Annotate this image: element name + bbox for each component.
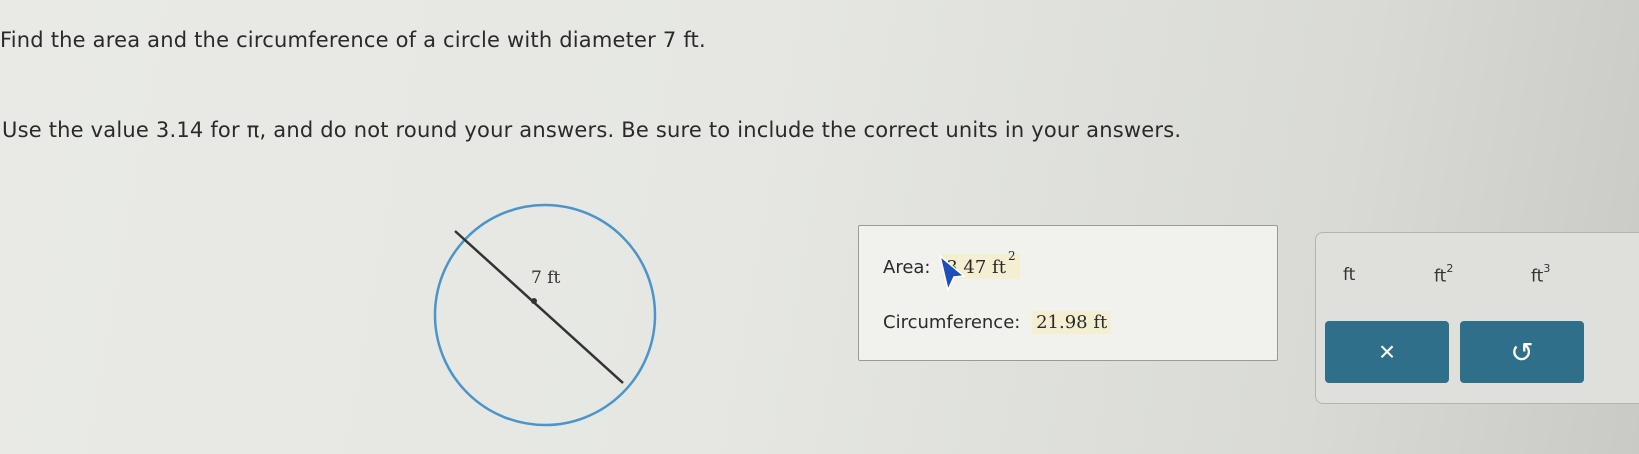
circumference-label: Circumference: <box>883 312 1021 333</box>
undo-icon: ↺ <box>1510 336 1534 368</box>
circumference-input[interactable]: 21.98 ft <box>1032 311 1112 334</box>
area-label: Area: <box>883 257 931 278</box>
clear-button[interactable]: × <box>1325 321 1449 383</box>
circle-figure: 7 ft <box>425 195 665 435</box>
circle-outline <box>433 203 657 427</box>
unit-ft2-base: ft <box>1434 266 1447 287</box>
circle-diagram: 7 ft <box>433 203 657 427</box>
unit-ft-button[interactable]: ft <box>1343 265 1355 285</box>
area-row: Area: 3 47 ft2 <box>883 249 1020 293</box>
center-point <box>531 298 537 304</box>
unit-ft2-exp: 2 <box>1446 262 1454 275</box>
question-line-2: Use the value 3.14 for π, and do not rou… <box>2 118 1182 142</box>
unit-ft-cubed-button[interactable]: ft3 <box>1531 262 1551 287</box>
unit-ft-squared-button[interactable]: ft2 <box>1434 262 1454 287</box>
close-icon: × <box>1378 336 1396 367</box>
unit-ft-label: ft <box>1343 265 1356 285</box>
diameter-line <box>454 230 624 384</box>
diameter-label: 7 ft <box>531 268 561 288</box>
undo-button[interactable]: ↺ <box>1460 321 1584 383</box>
area-input[interactable]: 3 47 ft2 <box>938 249 1020 293</box>
answer-box: Area: 3 47 ft2 Circumference: 21.98 ft <box>858 225 1278 361</box>
mouse-cursor-icon <box>938 254 967 293</box>
unit-panel: ft ft2 ft3 × ↺ <box>1315 232 1639 404</box>
question-line-1: Find the area and the circumference of a… <box>0 28 706 52</box>
area-exponent: 2 <box>1007 249 1016 263</box>
circumference-row: Circumference: 21.98 ft <box>883 311 1112 334</box>
unit-ft3-base: ft <box>1531 266 1544 287</box>
unit-ft3-exp: 3 <box>1543 262 1551 275</box>
